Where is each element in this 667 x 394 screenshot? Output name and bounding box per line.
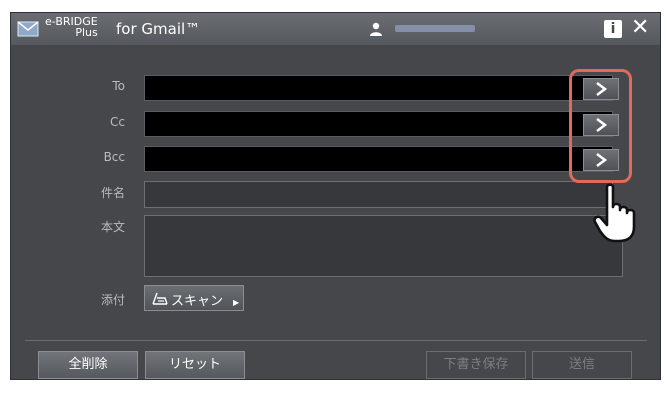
mail-icon xyxy=(17,21,39,37)
app-title: for Gmail™ xyxy=(116,20,201,38)
hand-pointer-icon xyxy=(593,183,636,243)
address-buttons-highlight xyxy=(569,69,632,183)
send-button[interactable]: 送信 xyxy=(532,351,632,379)
title-bar: e-BRIDGE Plus for Gmail™ i ✕ xyxy=(11,13,660,45)
body-label: 本文 xyxy=(100,220,125,234)
save-draft-button[interactable]: 下書き保存 xyxy=(426,351,526,379)
subject-field[interactable] xyxy=(144,181,613,208)
subject-label: 件名 xyxy=(100,186,125,200)
to-field[interactable] xyxy=(144,75,613,101)
footer-divider xyxy=(25,340,647,341)
close-icon[interactable]: ✕ xyxy=(631,16,649,40)
scan-button-label: スキャン xyxy=(171,294,224,309)
app-window: e-BRIDGE Plus for Gmail™ i ✕ To Cc Bcc 件… xyxy=(10,12,661,380)
brand-logo: e-BRIDGE Plus xyxy=(45,16,98,38)
to-label: To xyxy=(112,79,125,93)
scan-button[interactable]: スキャン ▶ xyxy=(144,285,244,311)
bcc-label: Bcc xyxy=(103,150,125,164)
info-icon[interactable]: i xyxy=(604,20,622,38)
reset-button[interactable]: リセット xyxy=(145,351,245,379)
clear-all-button[interactable]: 全削除 xyxy=(38,351,138,379)
user-name-redacted xyxy=(395,25,475,32)
attach-label: 添付 xyxy=(100,293,125,307)
dropdown-caret-icon: ▶ xyxy=(233,298,240,307)
scanner-icon xyxy=(152,292,168,305)
body-field[interactable] xyxy=(144,215,623,277)
cc-field[interactable] xyxy=(144,111,613,137)
cc-label: Cc xyxy=(110,115,125,129)
bcc-field[interactable] xyxy=(144,146,613,172)
user-icon xyxy=(370,22,382,36)
brand-plus: Plus xyxy=(75,26,98,39)
